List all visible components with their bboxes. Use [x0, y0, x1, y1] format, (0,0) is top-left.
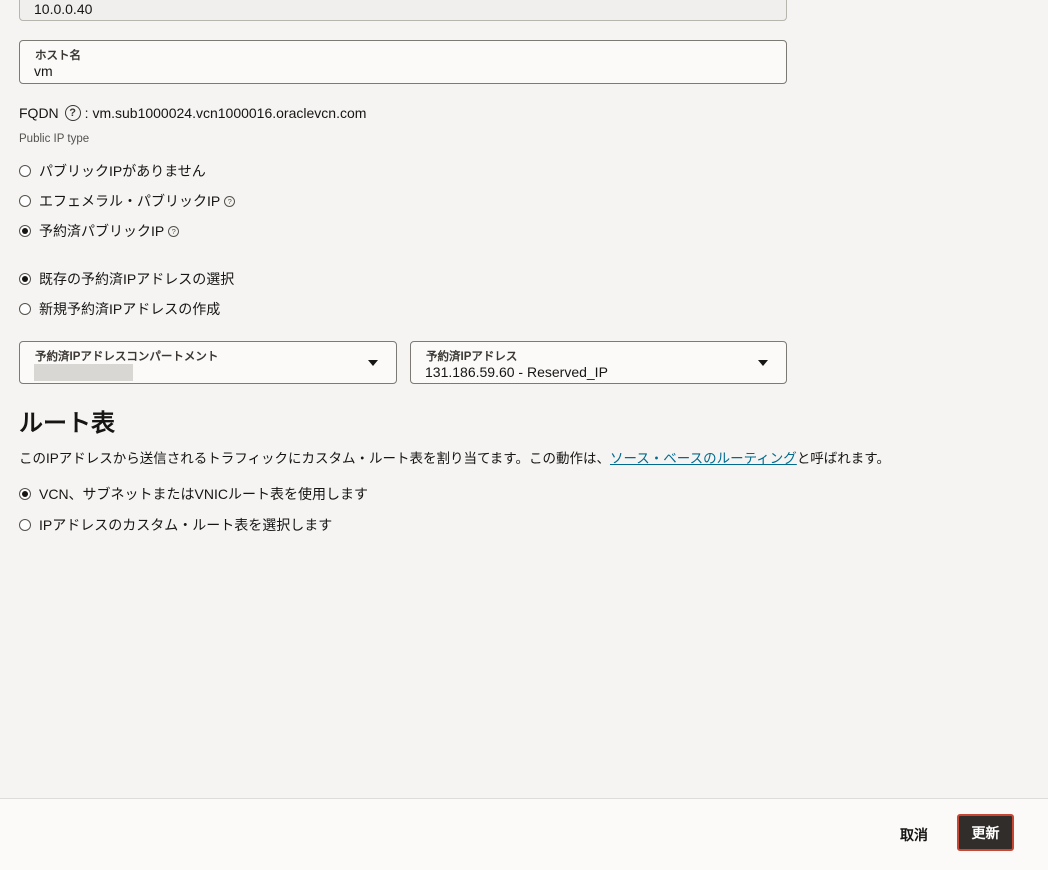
source-based-routing-link[interactable]: ソース・ベースのルーティング [610, 451, 797, 466]
reserved-ip-select-value: 131.186.59.60 - Reserved_IP [425, 364, 608, 380]
hostname-input[interactable]: vm [34, 63, 53, 79]
fqdn-row: FQDN ? : vm.sub1000024.vcn1000016.oracle… [19, 105, 366, 121]
private-ip-value: 10.0.0.40 [34, 1, 93, 17]
chevron-down-icon[interactable] [758, 360, 768, 366]
chevron-down-icon[interactable] [368, 360, 378, 366]
private-ip-field: 10.0.0.40 [19, 0, 787, 21]
radio-button-checked[interactable] [19, 225, 31, 237]
radio-label: パブリックIPがありません [39, 163, 206, 179]
help-icon[interactable]: ? [168, 225, 180, 237]
fqdn-label: FQDN [19, 105, 59, 121]
radio-label: VCN、サブネットまたはVNICルート表を使用します [39, 486, 369, 502]
compartment-select-label: 予約済IPアドレスコンパートメント [35, 351, 219, 363]
fqdn-value: : vm.sub1000024.vcn1000016.oraclevcn.com [84, 105, 367, 121]
route-table-heading: ルート表 [19, 410, 115, 437]
radio-button-checked[interactable] [19, 488, 31, 500]
desc-text-after: と呼ばれます。 [796, 451, 890, 466]
radio-select-existing-reserved-ip[interactable]: 既存の予約済IPアドレスの選択 [19, 269, 234, 289]
radio-label: IPアドレスのカスタム・ルート表を選択します [39, 517, 333, 533]
hostname-field[interactable]: ホスト名 vm [19, 40, 787, 84]
help-icon[interactable]: ? [224, 195, 236, 207]
route-table-description: このIPアドレスから送信されるトラフィックにカスタム・ルート表を割り当てます。こ… [19, 447, 890, 467]
cancel-button[interactable]: 取消 [890, 822, 938, 848]
radio-no-public-ip[interactable]: パブリックIPがありません [19, 161, 206, 181]
radio-custom-route-table[interactable]: IPアドレスのカスタム・ルート表を選択します [19, 515, 332, 535]
dialog-footer: 取消 更新 [0, 798, 1048, 870]
desc-text-before: このIPアドレスから送信されるトラフィックにカスタム・ルート表を割り当てます。こ… [19, 451, 610, 466]
update-button[interactable]: 更新 [957, 814, 1014, 851]
compartment-value-redacted [34, 364, 133, 381]
compartment-select[interactable]: 予約済IPアドレスコンパートメント [19, 341, 397, 384]
radio-label: 予約済パブリックIP [39, 223, 165, 239]
radio-label: 既存の予約済IPアドレスの選択 [39, 271, 235, 287]
radio-button[interactable] [19, 165, 31, 177]
radio-use-vcn-route-table[interactable]: VCN、サブネットまたはVNICルート表を使用します [19, 484, 368, 504]
radio-reserved-public-ip[interactable]: 予約済パブリックIP ? [19, 221, 180, 241]
radio-button[interactable] [19, 195, 31, 207]
radio-button[interactable] [19, 519, 31, 531]
radio-button-checked[interactable] [19, 273, 31, 285]
radio-label: 新規予約済IPアドレスの作成 [39, 301, 221, 317]
radio-label: エフェメラル・パブリックIP [39, 193, 221, 209]
reserved-ip-select-label: 予約済IPアドレス [426, 351, 518, 363]
radio-button[interactable] [19, 303, 31, 315]
reserved-ip-select[interactable]: 予約済IPアドレス 131.186.59.60 - Reserved_IP [410, 341, 787, 384]
question-circle-icon[interactable]: ? [64, 105, 81, 121]
radio-create-new-reserved-ip[interactable]: 新規予約済IPアドレスの作成 [19, 299, 220, 319]
public-ip-type-label: Public IP type [19, 133, 90, 145]
radio-ephemeral-public-ip[interactable]: エフェメラル・パブリックIP ? [19, 191, 236, 211]
hostname-label: ホスト名 [35, 50, 81, 62]
